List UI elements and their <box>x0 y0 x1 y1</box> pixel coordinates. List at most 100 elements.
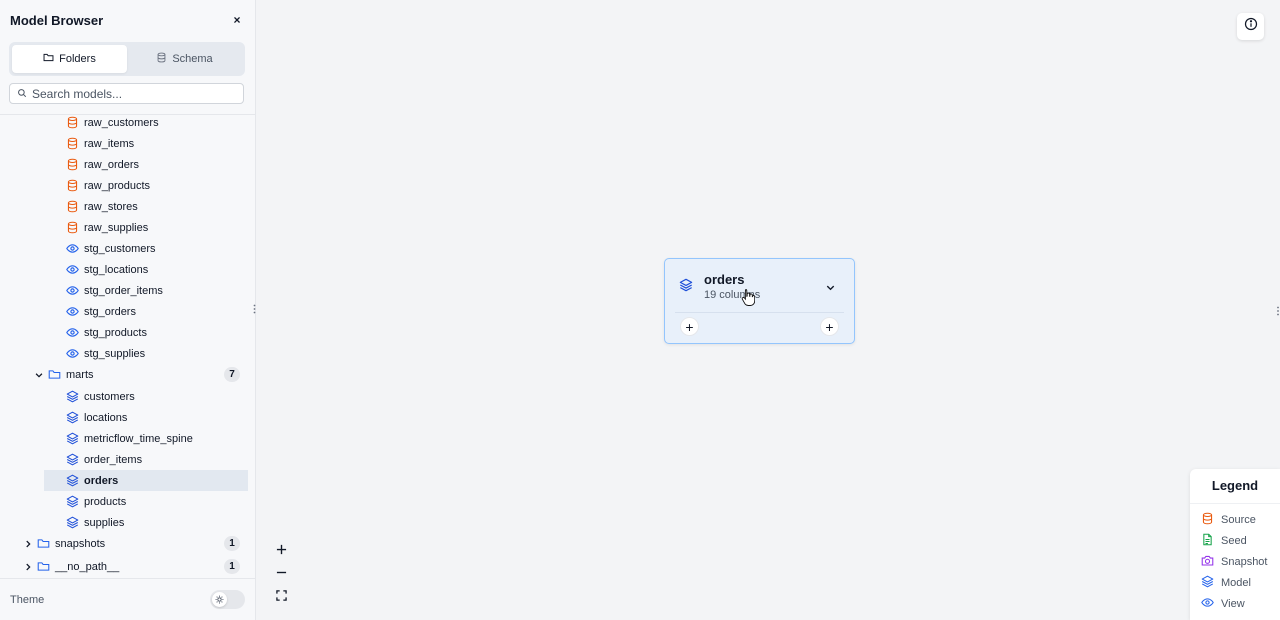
folder-row-snapshots[interactable]: snapshots 1 <box>0 533 255 554</box>
tree-item-customers[interactable]: customers <box>0 386 255 407</box>
theme-label: Theme <box>10 593 45 606</box>
model-icon <box>66 495 79 508</box>
sidebar-header: Model Browser × <box>0 0 255 40</box>
tree-item-stg_orders[interactable]: stg_orders <box>0 301 255 322</box>
zoom-out-button[interactable] <box>269 561 293 584</box>
theme-toggle[interactable] <box>210 590 245 609</box>
tree-item-label: customers <box>84 390 135 403</box>
model-icon <box>1201 575 1214 591</box>
tab-folders-label: Folders <box>59 53 96 65</box>
tree-item-raw_stores[interactable]: raw_stores <box>0 196 255 217</box>
snapshot-icon <box>1201 554 1214 570</box>
tree-item-label: raw_orders <box>84 158 140 171</box>
model-node-orders[interactable]: orders 19 columns + + <box>664 258 855 344</box>
source-icon <box>66 137 79 150</box>
source-icon <box>1201 512 1214 528</box>
tree-item-raw_customers[interactable]: raw_customers <box>0 115 255 133</box>
info-button[interactable] <box>1237 13 1264 40</box>
tree-item-orders[interactable]: orders <box>0 470 255 491</box>
legend-label: Model <box>1221 577 1251 589</box>
search-input[interactable] <box>32 86 232 101</box>
tree-item-label: raw_customers <box>84 116 159 129</box>
tree-item-supplies[interactable]: supplies <box>0 512 255 533</box>
info-icon <box>1244 17 1258 36</box>
folder-row-nopath[interactable]: __no_path__ 1 <box>0 556 255 577</box>
legend-divider <box>1190 503 1280 504</box>
legend-label: Seed <box>1221 535 1247 547</box>
fit-view-button[interactable] <box>269 584 293 607</box>
sidebar-footer: Theme <box>0 578 255 620</box>
tree-item-locations[interactable]: locations <box>0 407 255 428</box>
tree-item-stg_customers[interactable]: stg_customers <box>0 238 255 259</box>
legend-item-seed: Seed <box>1201 533 1247 549</box>
tree-item-label: stg_supplies <box>84 347 146 360</box>
tree-item-label: raw_products <box>84 179 151 192</box>
count-badge: 1 <box>224 559 240 574</box>
tree-item-label: orders <box>84 474 119 487</box>
model-icon <box>66 432 79 445</box>
lineage-canvas[interactable]: orders 19 columns + + Legend Source Seed <box>256 0 1280 620</box>
tree-item-label: __no_path__ <box>55 560 120 573</box>
node-title: orders <box>704 272 745 287</box>
tree-item-label: raw_stores <box>84 200 138 213</box>
view-icon <box>66 326 79 339</box>
tree-item-label: products <box>84 495 127 508</box>
seed-icon <box>1201 533 1214 549</box>
folder-icon <box>43 52 54 66</box>
add-downstream-button[interactable]: + <box>820 317 839 336</box>
tab-folders[interactable]: Folders <box>12 45 127 73</box>
tree-item-order_items[interactable]: order_items <box>0 449 255 470</box>
model-icon <box>679 278 693 292</box>
zoom-controls <box>269 538 293 608</box>
folder-row-marts[interactable]: marts 7 <box>0 364 255 385</box>
legend-item-model: Model <box>1201 575 1251 591</box>
tree-item-raw_products[interactable]: raw_products <box>0 175 255 196</box>
count-badge: 7 <box>224 367 240 382</box>
tree-item-raw_supplies[interactable]: raw_supplies <box>0 217 255 238</box>
tree-item-raw_orders[interactable]: raw_orders <box>0 154 255 175</box>
tree-item-label: locations <box>84 411 128 424</box>
folder-icon <box>37 560 50 573</box>
expand-node-button[interactable] <box>825 280 836 291</box>
tree-item-raw_items[interactable]: raw_items <box>0 133 255 154</box>
source-icon <box>66 200 79 213</box>
legend-label: View <box>1221 598 1245 610</box>
model-icon <box>66 453 79 466</box>
chevron-down-icon[interactable] <box>34 370 44 380</box>
tree-item-stg_products[interactable]: stg_products <box>0 322 255 343</box>
tree-item-label: snapshots <box>55 537 106 550</box>
tree-item-label: raw_items <box>84 137 135 150</box>
view-icon <box>66 242 79 255</box>
chevron-right-icon[interactable] <box>23 539 33 549</box>
chevron-right-icon[interactable] <box>23 562 33 572</box>
tree-item-label: raw_supplies <box>84 221 149 234</box>
model-icon <box>66 411 79 424</box>
tree-item-stg_locations[interactable]: stg_locations <box>0 259 255 280</box>
legend-panel: Legend Source Seed Snapshot Model View <box>1190 469 1280 620</box>
zoom-in-button[interactable] <box>269 538 293 561</box>
view-icon <box>66 284 79 297</box>
sun-icon <box>212 592 227 607</box>
search-icon <box>17 85 27 103</box>
tree-item-metricflow_time_spine[interactable]: metricflow_time_spine <box>0 428 255 449</box>
close-sidebar-button[interactable]: × <box>229 12 245 28</box>
panel-resize-handle[interactable] <box>1276 303 1280 316</box>
model-icon <box>66 390 79 403</box>
tree-item-label: stg_orders <box>84 305 136 318</box>
add-upstream-button[interactable]: + <box>680 317 699 336</box>
view-icon <box>1201 596 1214 612</box>
tree-item-label: metricflow_time_spine <box>84 432 193 445</box>
node-divider <box>675 312 844 313</box>
folder-icon <box>37 537 50 550</box>
tree-item-products[interactable]: products <box>0 491 255 512</box>
legend-label: Snapshot <box>1221 556 1268 568</box>
legend-item-source: Source <box>1201 512 1256 528</box>
tab-schema[interactable]: Schema <box>127 45 242 73</box>
search-box <box>9 83 244 104</box>
tree-item-label: supplies <box>84 516 125 529</box>
view-icon <box>66 347 79 360</box>
legend-label: Source <box>1221 514 1256 526</box>
tree-item-stg_order_items[interactable]: stg_order_items <box>0 280 255 301</box>
model-icon <box>66 516 79 529</box>
tree-item-stg_supplies[interactable]: stg_supplies <box>0 343 255 364</box>
